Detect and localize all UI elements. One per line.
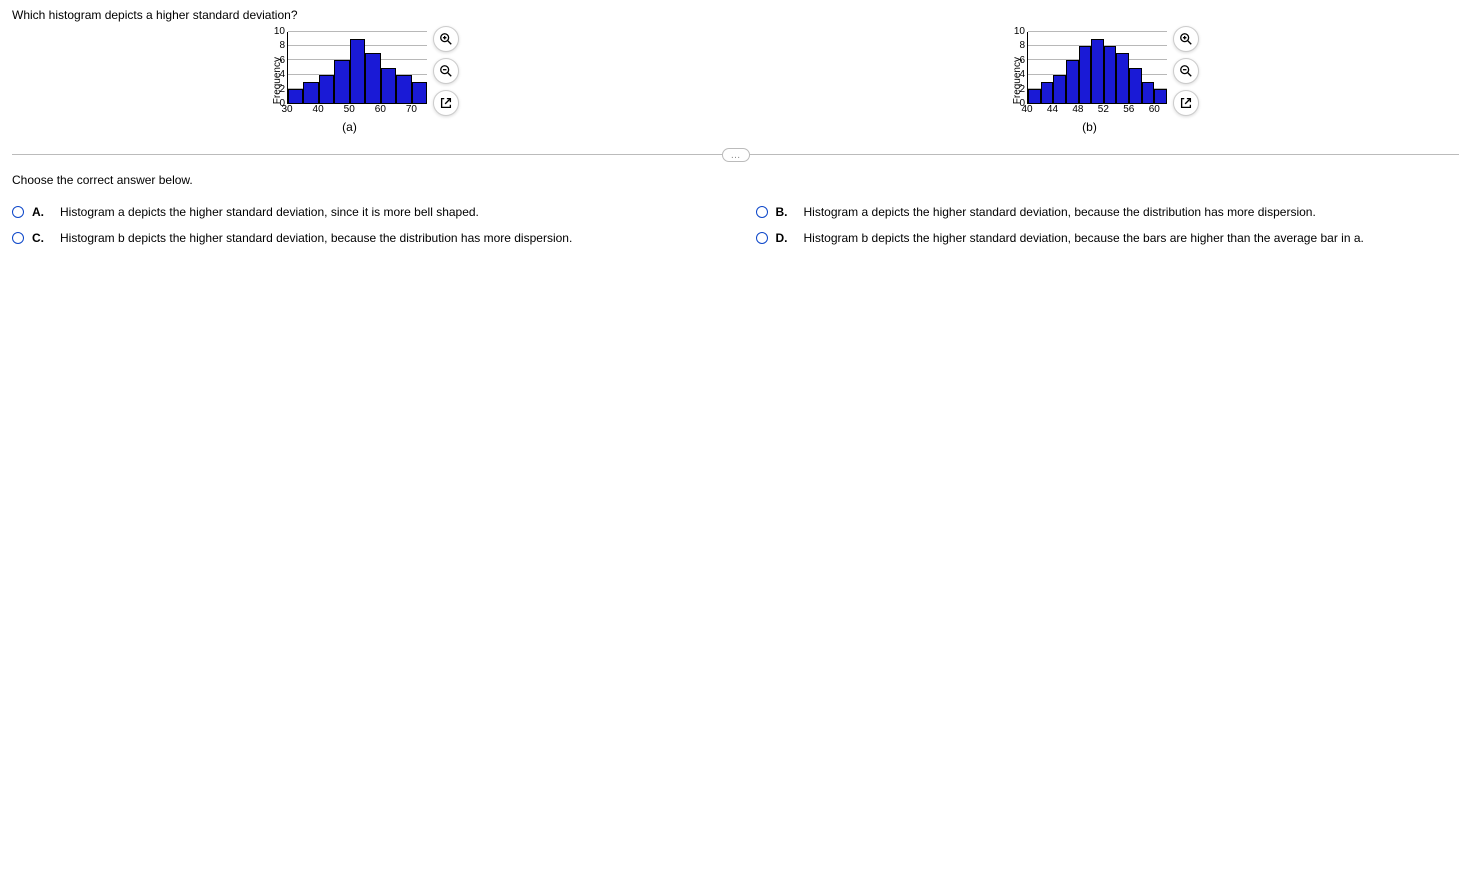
ytick: 4: [1019, 70, 1025, 80]
histogram-bar: [412, 82, 427, 103]
charts-row: Frequency 10 8 6 4 2 0 3040506070 (a): [12, 32, 1459, 134]
chart-a-block: Frequency 10 8 6 4 2 0 3040506070 (a): [272, 32, 427, 134]
zoom-out-icon: [439, 64, 453, 78]
histogram-bar: [1154, 89, 1167, 103]
ytick: 6: [1019, 56, 1025, 66]
answer-text: Histogram b depicts the higher standard …: [60, 231, 572, 245]
answer-prompt: Choose the correct answer below.: [12, 173, 1459, 187]
answer-letter: C.: [32, 231, 44, 245]
histogram-bar: [303, 82, 318, 103]
ytick: 8: [1019, 41, 1025, 51]
answer-letter: D.: [776, 231, 788, 245]
histogram-bar: [365, 53, 380, 103]
radio-a[interactable]: [12, 206, 24, 218]
chart-a-unit: Frequency 10 8 6 4 2 0 3040506070 (a): [272, 32, 459, 134]
expand-toggle[interactable]: …: [722, 148, 750, 162]
zoom-in-icon: [439, 32, 453, 46]
histogram-bar: [350, 39, 365, 103]
histogram-bar: [1066, 60, 1079, 103]
zoom-in-icon: [1179, 32, 1193, 46]
chart-b-xticks: 404448525660: [1027, 104, 1167, 116]
xtick: 30: [281, 104, 292, 115]
chart-b-plot: [1027, 32, 1167, 104]
xtick: 70: [406, 104, 417, 115]
chart-a-wrap: Frequency 10 8 6 4 2 0 3040506070: [272, 32, 427, 116]
section-divider: …: [12, 154, 1459, 155]
answer-option-d[interactable]: D. Histogram b depicts the higher standa…: [756, 231, 1460, 245]
ytick: 6: [279, 56, 285, 66]
xtick: 60: [1149, 104, 1160, 115]
answer-text: Histogram a depicts the higher standard …: [804, 205, 1316, 219]
radio-b[interactable]: [756, 206, 768, 218]
external-link-icon: [439, 96, 453, 110]
xtick: 40: [313, 104, 324, 115]
zoom-out-button[interactable]: [1173, 58, 1199, 84]
histogram-bar: [1129, 68, 1142, 104]
chart-a-buttons: [433, 26, 459, 116]
histogram-bar: [288, 89, 303, 103]
zoom-out-icon: [1179, 64, 1193, 78]
answer-option-a[interactable]: A. Histogram a depicts the higher standa…: [12, 205, 716, 219]
zoom-in-button[interactable]: [433, 26, 459, 52]
ytick: 2: [1019, 85, 1025, 95]
histogram-bar: [1041, 82, 1054, 103]
question-text: Which histogram depicts a higher standar…: [12, 8, 1459, 22]
histogram-bar: [1142, 82, 1155, 103]
answers-grid: A. Histogram a depicts the higher standa…: [12, 205, 1459, 245]
histogram-bar: [1053, 75, 1066, 103]
histogram-bar: [1028, 89, 1041, 103]
histogram-bar: [1079, 46, 1092, 103]
ytick: 8: [279, 41, 285, 51]
histogram-bar: [396, 75, 411, 103]
chart-b-buttons: [1173, 26, 1199, 116]
xtick: 52: [1098, 104, 1109, 115]
answer-text: Histogram b depicts the higher standard …: [804, 231, 1364, 245]
ytick: 10: [274, 27, 285, 37]
radio-d[interactable]: [756, 232, 768, 244]
histogram-bar: [1116, 53, 1129, 103]
xtick: 60: [375, 104, 386, 115]
xtick: 48: [1072, 104, 1083, 115]
chart-a-label: (a): [342, 120, 357, 134]
radio-c[interactable]: [12, 232, 24, 244]
chart-b-unit: Frequency 10 8 6 4 2 0 404448525660 (b): [1012, 32, 1199, 134]
ytick: 4: [279, 70, 285, 80]
histogram-bar: [334, 60, 349, 103]
xtick: 40: [1021, 104, 1032, 115]
chart-b-label: (b): [1082, 120, 1097, 134]
histogram-bar: [1091, 39, 1104, 103]
ytick: 2: [279, 85, 285, 95]
answer-letter: A.: [32, 205, 44, 219]
histogram-bar: [319, 75, 334, 103]
ytick: 10: [1014, 27, 1025, 37]
xtick: 56: [1123, 104, 1134, 115]
zoom-out-button[interactable]: [433, 58, 459, 84]
open-external-button[interactable]: [1173, 90, 1199, 116]
external-link-icon: [1179, 96, 1193, 110]
zoom-in-button[interactable]: [1173, 26, 1199, 52]
chart-b-block: Frequency 10 8 6 4 2 0 404448525660 (b): [1012, 32, 1167, 134]
chart-b-wrap: Frequency 10 8 6 4 2 0 404448525660: [1012, 32, 1167, 116]
answer-option-b[interactable]: B. Histogram a depicts the higher standa…: [756, 205, 1460, 219]
xtick: 50: [344, 104, 355, 115]
answer-option-c[interactable]: C. Histogram b depicts the higher standa…: [12, 231, 716, 245]
open-external-button[interactable]: [433, 90, 459, 116]
histogram-bar: [381, 68, 396, 104]
chart-a-plot: [287, 32, 427, 104]
xtick: 44: [1047, 104, 1058, 115]
chart-a-xticks: 3040506070: [287, 104, 427, 116]
answer-text: Histogram a depicts the higher standard …: [60, 205, 479, 219]
answer-letter: B.: [776, 205, 788, 219]
histogram-bar: [1104, 46, 1117, 103]
